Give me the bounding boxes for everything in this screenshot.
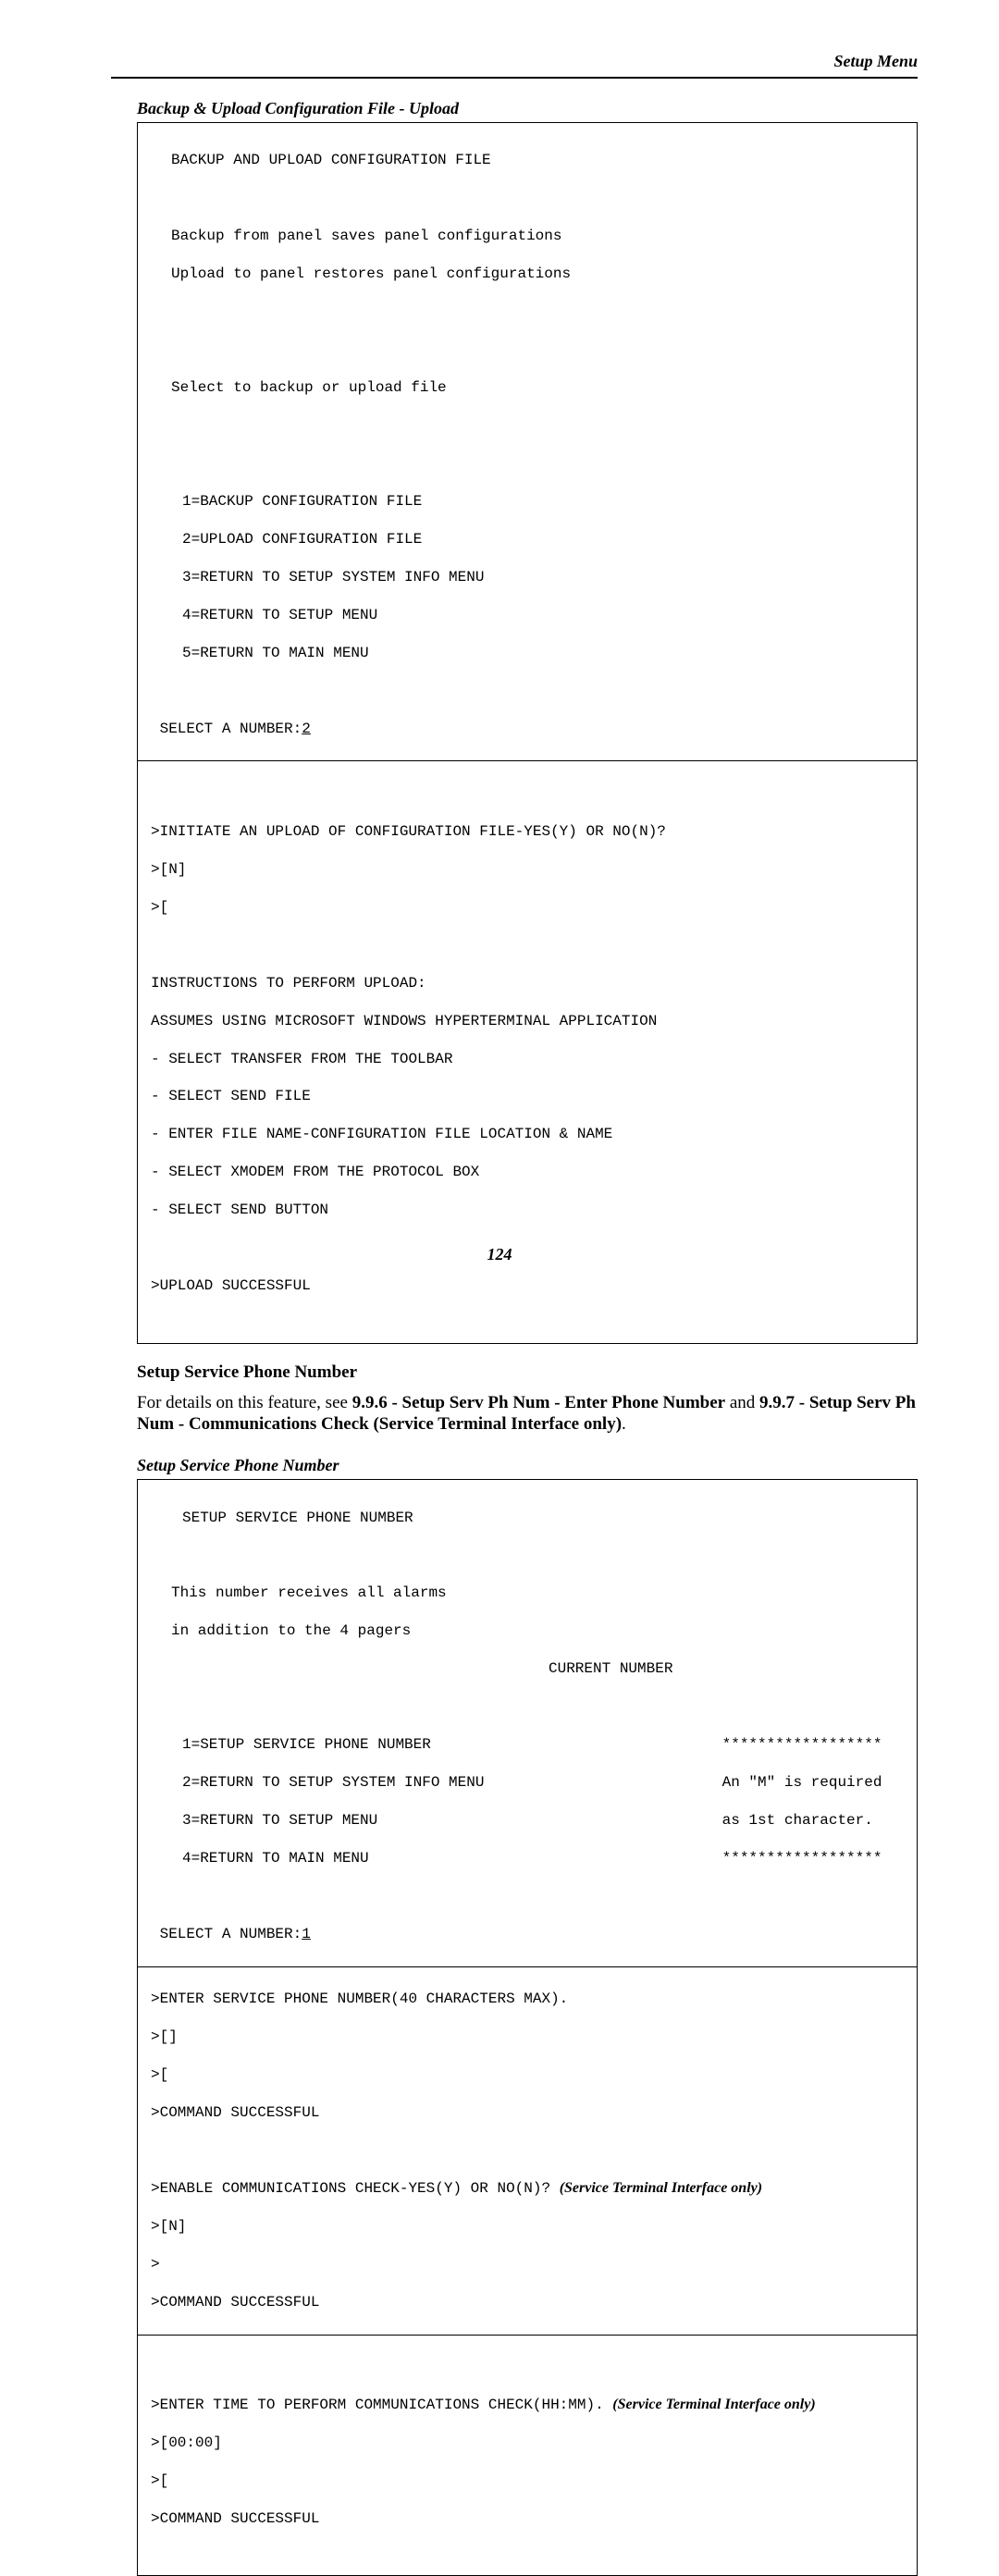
term-line: >[00:00]: [151, 2434, 904, 2452]
term-line: - ENTER FILE NAME-CONFIGURATION FILE LOC…: [151, 1125, 904, 1143]
hint-text: An "M" is required: [580, 1773, 904, 1792]
term-row: 2=RETURN TO SETUP SYSTEM INFO MENU An "M…: [151, 1773, 904, 1792]
content-section: Backup & Upload Configuration File - Upl…: [137, 99, 918, 2576]
term-line: in addition to the 4 pagers: [151, 1621, 904, 1640]
menu-option: 1=SETUP SERVICE PHONE NUMBER: [151, 1735, 580, 1754]
prompt-text: >ENABLE COMMUNICATIONS CHECK-YES(Y) OR N…: [151, 2180, 550, 2197]
stars: ******************: [722, 1736, 882, 1753]
menu-option: 4=RETURN TO MAIN MENU: [151, 1849, 580, 1867]
term-line: - SELECT SEND BUTTON: [151, 1201, 904, 1219]
menu-option: 3=RETURN TO SETUP MENU: [151, 1811, 580, 1830]
term-line: >[: [151, 2065, 904, 2084]
menu-option: 4=RETURN TO SETUP MENU: [151, 606, 904, 624]
term-line: ASSUMES USING MICROSOFT WINDOWS HYPERTER…: [151, 1012, 904, 1030]
term-line: >[N]: [151, 2217, 904, 2236]
term-row: CURRENT NUMBER: [151, 1659, 904, 1678]
hint-text: as 1st character.: [580, 1811, 904, 1830]
body-text: and: [725, 1393, 759, 1412]
term-line: >ENABLE COMMUNICATIONS CHECK-YES(Y) OR N…: [151, 2179, 904, 2198]
terminal-box-2: SETUP SERVICE PHONE NUMBER This number r…: [137, 1479, 918, 2576]
term-title: SETUP SERVICE PHONE NUMBER: [151, 1509, 904, 1527]
caption-backup-upload: Backup & Upload Configuration File - Upl…: [137, 99, 918, 118]
term-title: BACKUP AND UPLOAD CONFIGURATION FILE: [151, 151, 904, 169]
current-number-value: ******************: [580, 1735, 904, 1754]
term-line: >: [151, 2255, 904, 2274]
select-prompt: SELECT A NUMBER:2: [151, 720, 904, 738]
term-line: >ENTER TIME TO PERFORM COMMUNICATIONS CH…: [151, 2396, 904, 2414]
page-container: Setup Menu Backup & Upload Configuration…: [0, 0, 999, 1292]
term-line: - SELECT TRANSFER FROM THE TOOLBAR: [151, 1050, 904, 1068]
term-line: >[N]: [151, 860, 904, 879]
cross-ref: 9.9.6 - Setup Serv Ph Num - Enter Phone …: [352, 1393, 725, 1412]
interface-note: (Service Terminal Interface only): [560, 2180, 762, 2196]
menu-option: 5=RETURN TO MAIN MENU: [151, 644, 904, 662]
hint: An "M" is required: [722, 1774, 882, 1791]
select-prompt: SELECT A NUMBER:1: [151, 1925, 904, 1943]
terminal-box-1: BACKUP AND UPLOAD CONFIGURATION FILE Bac…: [137, 122, 918, 1344]
term-line: >COMMAND SUCCESSFUL: [151, 2509, 904, 2528]
menu-option: 1=BACKUP CONFIGURATION FILE: [151, 492, 904, 511]
divider: [138, 1966, 917, 1967]
term-line: >COMMAND SUCCESSFUL: [151, 2293, 904, 2311]
select-value: 1: [302, 1926, 311, 1942]
term-line: Select to backup or upload file: [151, 378, 904, 397]
interface-note: (Service Terminal Interface only): [612, 2397, 815, 2412]
caption-service-phone: Setup Service Phone Number: [137, 1456, 918, 1475]
term-line: >[: [151, 898, 904, 917]
term-line: - SELECT SEND FILE: [151, 1087, 904, 1105]
term-line: Upload to panel restores panel configura…: [151, 265, 904, 283]
term-line: >ENTER SERVICE PHONE NUMBER(40 CHARACTER…: [151, 1990, 904, 2008]
term-row: 4=RETURN TO MAIN MENU ******************: [151, 1849, 904, 1867]
select-label: SELECT A NUMBER:: [151, 1926, 302, 1942]
stars: ******************: [580, 1849, 904, 1867]
select-label: SELECT A NUMBER:: [151, 721, 302, 737]
term-line: >[]: [151, 2028, 904, 2046]
header-title: Setup Menu: [111, 52, 918, 79]
body-paragraph: For details on this feature, see 9.9.6 -…: [137, 1392, 918, 1436]
term-line: - SELECT XMODEM FROM THE PROTOCOL BOX: [151, 1163, 904, 1181]
term-line: >[: [151, 2471, 904, 2490]
divider: [138, 2335, 917, 2336]
term-line: Backup from panel saves panel configurat…: [151, 227, 904, 245]
term-line: This number receives all alarms: [151, 1584, 904, 1602]
current-number-label: CURRENT NUMBER: [549, 1659, 904, 1678]
menu-option: 3=RETURN TO SETUP SYSTEM INFO MENU: [151, 568, 904, 586]
term-line: >COMMAND SUCCESSFUL: [151, 2103, 904, 2122]
term-row: 3=RETURN TO SETUP MENU as 1st character.: [151, 1811, 904, 1830]
stars: ******************: [722, 1850, 882, 1867]
menu-option: 2=UPLOAD CONFIGURATION FILE: [151, 530, 904, 548]
term-row: 1=SETUP SERVICE PHONE NUMBER ***********…: [151, 1735, 904, 1754]
divider: [138, 760, 917, 761]
select-value: 2: [302, 721, 311, 737]
body-text: .: [622, 1414, 626, 1434]
hint: as 1st character.: [722, 1812, 873, 1829]
term-line: INSTRUCTIONS TO PERFORM UPLOAD:: [151, 974, 904, 992]
menu-option: 2=RETURN TO SETUP SYSTEM INFO MENU: [151, 1773, 580, 1792]
body-text: For details on this feature, see: [137, 1393, 352, 1412]
term-line: >INITIATE AN UPLOAD OF CONFIGURATION FIL…: [151, 822, 904, 841]
subheading-service-phone: Setup Service Phone Number: [137, 1362, 918, 1383]
prompt-text: >ENTER TIME TO PERFORM COMMUNICATIONS CH…: [151, 2397, 604, 2413]
term-line: >UPLOAD SUCCESSFUL: [151, 1276, 904, 1295]
page-number: 124: [0, 1245, 999, 1264]
